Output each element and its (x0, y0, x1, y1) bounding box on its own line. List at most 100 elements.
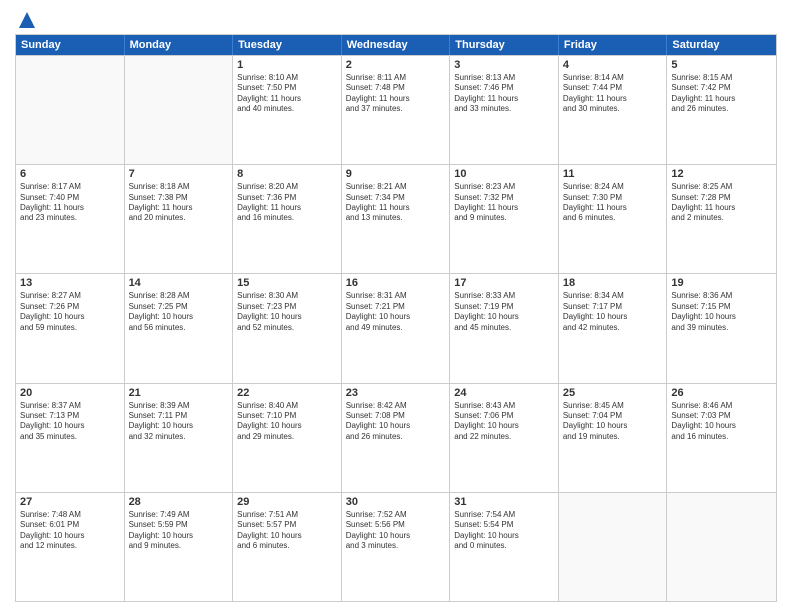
day-cell-19: 19 Sunrise: 8:36 AMSunset: 7:15 PMDayligh… (667, 274, 776, 382)
day-info: Sunrise: 8:27 AMSunset: 7:26 PMDaylight:… (20, 291, 120, 333)
day-info: Sunrise: 8:23 AMSunset: 7:32 PMDaylight:… (454, 182, 554, 224)
day-info: Sunrise: 8:24 AMSunset: 7:30 PMDaylight:… (563, 182, 663, 224)
day-number: 23 (346, 387, 446, 399)
day-number: 30 (346, 496, 446, 508)
day-number: 25 (563, 387, 663, 399)
day-cell-22: 22 Sunrise: 8:40 AMSunset: 7:10 PMDayligh… (233, 384, 342, 492)
day-cell-26: 26 Sunrise: 8:46 AMSunset: 7:03 PMDayligh… (667, 384, 776, 492)
day-cell-14: 14 Sunrise: 8:28 AMSunset: 7:25 PMDayligh… (125, 274, 234, 382)
day-info: Sunrise: 7:52 AMSunset: 5:56 PMDaylight:… (346, 510, 446, 552)
week-row-3: 13 Sunrise: 8:27 AMSunset: 7:26 PMDayligh… (16, 273, 776, 382)
day-cell-11: 11 Sunrise: 8:24 AMSunset: 7:30 PMDayligh… (559, 165, 668, 273)
empty-cell (559, 493, 668, 601)
day-cell-17: 17Sunrise: 8:33 AMSunset: 7:19 PMDayligh… (450, 274, 559, 382)
day-info: Sunrise: 7:54 AMSunset: 5:54 PMDaylight:… (454, 510, 554, 552)
day-number: 8 (237, 168, 337, 180)
day-cell-7: 7Sunrise: 8:18 AMSunset: 7:38 PMDaylight… (125, 165, 234, 273)
day-info: Sunrise: 8:15 AMSunset: 7:42 PMDaylight:… (671, 73, 772, 115)
day-info: Sunrise: 8:20 AMSunset: 7:36 PMDaylight:… (237, 182, 337, 224)
day-cell-21: 21 Sunrise: 8:39 AMSunset: 7:11 PMDayligh… (125, 384, 234, 492)
calendar-body: 1 Sunrise: 8:10 AMSunset: 7:50 PMDaylight… (16, 55, 776, 601)
day-number: 22 (237, 387, 337, 399)
week-row-2: 6Sunrise: 8:17 AMSunset: 7:40 PMDaylight… (16, 164, 776, 273)
day-number: 12 (671, 168, 772, 180)
day-info: Sunrise: 8:34 AMSunset: 7:17 PMDaylight:… (563, 291, 663, 333)
day-cell-28: 28 Sunrise: 7:49 AMSunset: 5:59 PMDayligh… (125, 493, 234, 601)
day-number: 3 (454, 59, 554, 71)
day-cell-1: 1 Sunrise: 8:10 AMSunset: 7:50 PMDaylight… (233, 56, 342, 164)
day-info: Sunrise: 8:37 AMSunset: 7:13 PMDaylight:… (20, 401, 120, 443)
day-info: Sunrise: 8:40 AMSunset: 7:10 PMDaylight:… (237, 401, 337, 443)
page: SundayMondayTuesdayWednesdayThursdayFrid… (0, 0, 792, 612)
header (15, 10, 777, 26)
day-number: 16 (346, 277, 446, 289)
day-info: Sunrise: 8:17 AMSunset: 7:40 PMDaylight:… (20, 182, 120, 224)
day-info: Sunrise: 8:13 AMSunset: 7:46 PMDaylight:… (454, 73, 554, 115)
day-header-saturday: Saturday (667, 35, 776, 55)
day-header-friday: Friday (559, 35, 668, 55)
day-number: 10 (454, 168, 554, 180)
day-number: 14 (129, 277, 229, 289)
day-number: 9 (346, 168, 446, 180)
day-number: 18 (563, 277, 663, 289)
day-number: 31 (454, 496, 554, 508)
day-number: 13 (20, 277, 120, 289)
day-info: Sunrise: 8:21 AMSunset: 7:34 PMDaylight:… (346, 182, 446, 224)
empty-cell (667, 493, 776, 601)
day-info: Sunrise: 8:14 AMSunset: 7:44 PMDaylight:… (563, 73, 663, 115)
day-number: 28 (129, 496, 229, 508)
day-header-tuesday: Tuesday (233, 35, 342, 55)
day-cell-13: 13 Sunrise: 8:27 AMSunset: 7:26 PMDayligh… (16, 274, 125, 382)
day-cell-23: 23 Sunrise: 8:42 AMSunset: 7:08 PMDayligh… (342, 384, 451, 492)
day-info: Sunrise: 8:46 AMSunset: 7:03 PMDaylight:… (671, 401, 772, 443)
day-info: Sunrise: 8:30 AMSunset: 7:23 PMDaylight:… (237, 291, 337, 333)
logo (15, 10, 37, 26)
day-cell-25: 25 Sunrise: 8:45 AMSunset: 7:04 PMDayligh… (559, 384, 668, 492)
empty-cell (125, 56, 234, 164)
day-cell-12: 12 Sunrise: 8:25 AMSunset: 7:28 PMDayligh… (667, 165, 776, 273)
day-info: Sunrise: 8:39 AMSunset: 7:11 PMDaylight:… (129, 401, 229, 443)
day-cell-3: 3 Sunrise: 8:13 AMSunset: 7:46 PMDaylight… (450, 56, 559, 164)
week-row-1: 1 Sunrise: 8:10 AMSunset: 7:50 PMDaylight… (16, 55, 776, 164)
week-row-5: 27 Sunrise: 7:48 AMSunset: 6:01 PMDayligh… (16, 492, 776, 601)
day-cell-6: 6Sunrise: 8:17 AMSunset: 7:40 PMDaylight… (16, 165, 125, 273)
day-cell-15: 15 Sunrise: 8:30 AMSunset: 7:23 PMDayligh… (233, 274, 342, 382)
day-cell-27: 27 Sunrise: 7:48 AMSunset: 6:01 PMDayligh… (16, 493, 125, 601)
day-header-wednesday: Wednesday (342, 35, 451, 55)
day-info: Sunrise: 8:10 AMSunset: 7:50 PMDaylight:… (237, 73, 337, 115)
day-info: Sunrise: 8:18 AMSunset: 7:38 PMDaylight:… (129, 182, 229, 224)
day-number: 2 (346, 59, 446, 71)
day-info: Sunrise: 8:11 AMSunset: 7:48 PMDaylight:… (346, 73, 446, 115)
day-number: 29 (237, 496, 337, 508)
day-cell-29: 29 Sunrise: 7:51 AMSunset: 5:57 PMDayligh… (233, 493, 342, 601)
day-header-thursday: Thursday (450, 35, 559, 55)
day-info: Sunrise: 8:28 AMSunset: 7:25 PMDaylight:… (129, 291, 229, 333)
day-number: 26 (671, 387, 772, 399)
day-info: Sunrise: 8:42 AMSunset: 7:08 PMDaylight:… (346, 401, 446, 443)
day-number: 15 (237, 277, 337, 289)
day-info: Sunrise: 7:49 AMSunset: 5:59 PMDaylight:… (129, 510, 229, 552)
day-cell-16: 16Sunrise: 8:31 AMSunset: 7:21 PMDayligh… (342, 274, 451, 382)
day-number: 27 (20, 496, 120, 508)
day-number: 4 (563, 59, 663, 71)
day-number: 11 (563, 168, 663, 180)
day-info: Sunrise: 7:48 AMSunset: 6:01 PMDaylight:… (20, 510, 120, 552)
day-info: Sunrise: 7:51 AMSunset: 5:57 PMDaylight:… (237, 510, 337, 552)
day-info: Sunrise: 8:36 AMSunset: 7:15 PMDaylight:… (671, 291, 772, 333)
day-cell-4: 4 Sunrise: 8:14 AMSunset: 7:44 PMDaylight… (559, 56, 668, 164)
calendar: SundayMondayTuesdayWednesdayThursdayFrid… (15, 34, 777, 602)
day-number: 21 (129, 387, 229, 399)
day-info: Sunrise: 8:45 AMSunset: 7:04 PMDaylight:… (563, 401, 663, 443)
day-cell-30: 30 Sunrise: 7:52 AMSunset: 5:56 PMDayligh… (342, 493, 451, 601)
day-number: 19 (671, 277, 772, 289)
day-number: 1 (237, 59, 337, 71)
day-cell-24: 24Sunrise: 8:43 AMSunset: 7:06 PMDayligh… (450, 384, 559, 492)
day-cell-20: 20Sunrise: 8:37 AMSunset: 7:13 PMDayligh… (16, 384, 125, 492)
calendar-header: SundayMondayTuesdayWednesdayThursdayFrid… (16, 35, 776, 55)
day-info: Sunrise: 8:25 AMSunset: 7:28 PMDaylight:… (671, 182, 772, 224)
day-number: 17 (454, 277, 554, 289)
day-header-sunday: Sunday (16, 35, 125, 55)
empty-cell (16, 56, 125, 164)
day-cell-8: 8 Sunrise: 8:20 AMSunset: 7:36 PMDaylight… (233, 165, 342, 273)
day-info: Sunrise: 8:43 AMSunset: 7:06 PMDaylight:… (454, 401, 554, 443)
